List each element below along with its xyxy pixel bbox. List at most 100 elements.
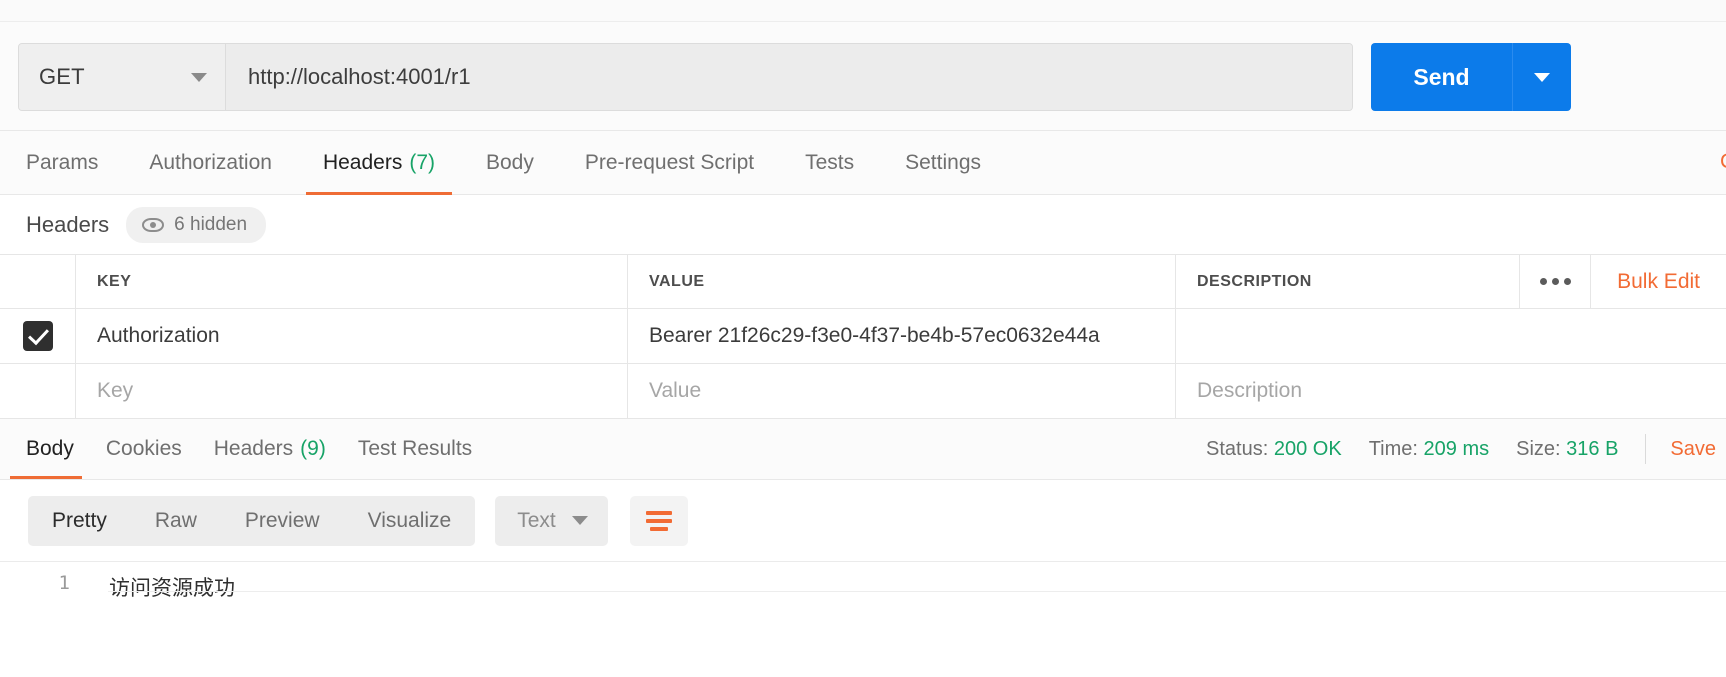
tab-label: Test Results <box>357 437 473 460</box>
new-header-description-input[interactable]: Description <box>1176 364 1726 418</box>
tab-settings[interactable]: Settings <box>905 131 981 195</box>
url-input[interactable]: http://localhost:4001/r1 <box>226 44 1352 110</box>
url-bar: GET http://localhost:4001/r1 Send <box>0 22 1726 130</box>
chevron-down-icon <box>1534 72 1550 82</box>
request-tabs: Params Authorization Headers (7) Body Pr… <box>0 130 1726 195</box>
response-tab-body[interactable]: Body <box>10 419 90 479</box>
size-label: Size: <box>1516 437 1561 460</box>
table-row: Authorization Bearer 21f26c29-f3e0-4f37-… <box>0 309 1726 364</box>
tab-label: Settings <box>905 151 982 174</box>
send-button-group: Send <box>1371 43 1571 111</box>
column-header-value: VALUE <box>628 255 1176 308</box>
status-label: Status: <box>1206 437 1269 460</box>
column-label: KEY <box>97 272 132 290</box>
divider <box>1645 434 1647 464</box>
table-row: Key Value Description <box>0 364 1726 419</box>
line-content: 访问资源成功 <box>109 577 235 600</box>
header-key-text: Authorization <box>97 324 220 347</box>
tab-label: Body <box>26 437 74 460</box>
view-mode-preview[interactable]: Preview <box>221 496 344 546</box>
view-mode-label: Preview <box>244 508 320 532</box>
table-header-actions: Bulk Edit <box>1519 255 1726 308</box>
tab-label: Params <box>26 151 99 174</box>
new-header-value-input[interactable]: Value <box>628 364 1176 418</box>
send-button[interactable]: Send <box>1371 43 1513 111</box>
header-value-text: Bearer 21f26c29-f3e0-4f37-be4b-57ec0632e… <box>649 324 1100 347</box>
response-meta: Status: 200 OK Time: 209 ms Size: 316 B … <box>1179 419 1726 479</box>
view-mode-pretty[interactable]: Pretty <box>28 496 131 546</box>
view-mode-visualize[interactable]: Visualize <box>344 496 476 546</box>
select-all-cell <box>0 255 76 308</box>
tab-label: Authorization <box>149 151 272 174</box>
tab-headers[interactable]: Headers (7) <box>305 131 453 195</box>
http-method-select[interactable]: GET <box>19 44 226 110</box>
eye-icon <box>142 217 165 232</box>
description-placeholder: Description <box>1197 379 1303 402</box>
tab-pre-request-script[interactable]: Pre-request Script <box>585 131 754 195</box>
headers-section-title: Headers <box>26 211 110 237</box>
time-meta: Time: 209 ms <box>1369 438 1489 461</box>
method-url-group: GET http://localhost:4001/r1 <box>18 43 1353 111</box>
header-value-cell[interactable]: Bearer 21f26c29-f3e0-4f37-be4b-57ec0632e… <box>628 309 1176 363</box>
ellipsis-icon[interactable] <box>1519 255 1592 308</box>
response-tabs: Body Cookies Headers (9) Test Results St… <box>0 419 1726 480</box>
line-number: 1 <box>58 572 70 594</box>
hidden-headers-toggle[interactable]: 6 hidden <box>126 206 267 243</box>
time-label: Time: <box>1368 437 1418 460</box>
content-type-select[interactable]: Text <box>495 495 608 546</box>
bulk-edit-button[interactable]: Bulk Edit <box>1591 255 1726 308</box>
response-body-content[interactable]: 1 访问资源成功 <box>0 561 1726 677</box>
cookies-link[interactable]: Cookies <box>1720 150 1726 174</box>
headers-table: KEY VALUE DESCRIPTION Bulk Edit Authoriz… <box>0 254 1726 419</box>
tab-count: (7) <box>409 151 435 174</box>
column-label: VALUE <box>649 272 705 290</box>
top-strip <box>0 0 1726 22</box>
tab-label: Pre-request Script <box>584 151 755 174</box>
tab-tests[interactable]: Tests <box>805 131 854 195</box>
status-meta: Status: 200 OK <box>1206 438 1342 461</box>
view-mode-group: Pretty Raw Preview Visualize <box>28 495 476 546</box>
chevron-down-icon <box>571 516 588 525</box>
status-value: 200 OK <box>1273 437 1342 460</box>
size-meta: Size: 316 B <box>1516 438 1618 461</box>
response-tab-headers[interactable]: Headers (9) <box>198 419 342 479</box>
tab-count: (9) <box>300 437 326 460</box>
view-mode-raw[interactable]: Raw <box>131 496 221 546</box>
size-value: 316 B <box>1566 437 1619 460</box>
time-value: 209 ms <box>1423 437 1490 460</box>
wrap-text-icon[interactable] <box>629 495 688 546</box>
headers-section-header: Headers 6 hidden <box>0 195 1726 254</box>
header-key-cell[interactable]: Authorization <box>76 309 628 363</box>
header-enabled-checkbox[interactable] <box>22 321 53 351</box>
row-checkbox-cell <box>0 364 76 418</box>
response-body-toolbar: Pretty Raw Preview Visualize Text <box>0 480 1726 561</box>
view-mode-label: Raw <box>154 508 197 532</box>
view-mode-label: Visualize <box>367 508 452 532</box>
tab-label: Body <box>486 151 534 174</box>
column-header-description: DESCRIPTION Bulk Edit <box>1176 255 1726 308</box>
key-placeholder: Key <box>97 379 134 402</box>
tab-params[interactable]: Params <box>26 131 98 195</box>
response-tab-test-results[interactable]: Test Results <box>342 419 488 479</box>
tab-authorization[interactable]: Authorization <box>149 131 272 195</box>
new-header-key-input[interactable]: Key <box>76 364 628 418</box>
content-type-label: Text <box>517 508 556 532</box>
tab-label: Cookies <box>105 437 182 460</box>
view-mode-label: Pretty <box>52 508 107 532</box>
table-header-row: KEY VALUE DESCRIPTION Bulk Edit <box>0 255 1726 309</box>
tab-label: Tests <box>805 151 855 174</box>
column-header-key: KEY <box>76 255 628 308</box>
save-response-button[interactable]: Save <box>1670 438 1726 461</box>
column-label: DESCRIPTION <box>1197 272 1312 290</box>
header-description-cell[interactable] <box>1176 309 1726 363</box>
tab-label: Headers <box>213 437 294 460</box>
send-options-button[interactable] <box>1513 43 1571 111</box>
tab-body[interactable]: Body <box>486 131 534 195</box>
postman-request-response-panel: GET http://localhost:4001/r1 Send Params… <box>0 0 1726 677</box>
hidden-headers-label: 6 hidden <box>174 213 248 235</box>
code-line-divider <box>108 591 1726 592</box>
value-placeholder: Value <box>649 379 702 402</box>
http-method-label: GET <box>39 64 85 89</box>
response-tab-cookies[interactable]: Cookies <box>90 419 198 479</box>
row-checkbox-cell <box>0 309 76 363</box>
